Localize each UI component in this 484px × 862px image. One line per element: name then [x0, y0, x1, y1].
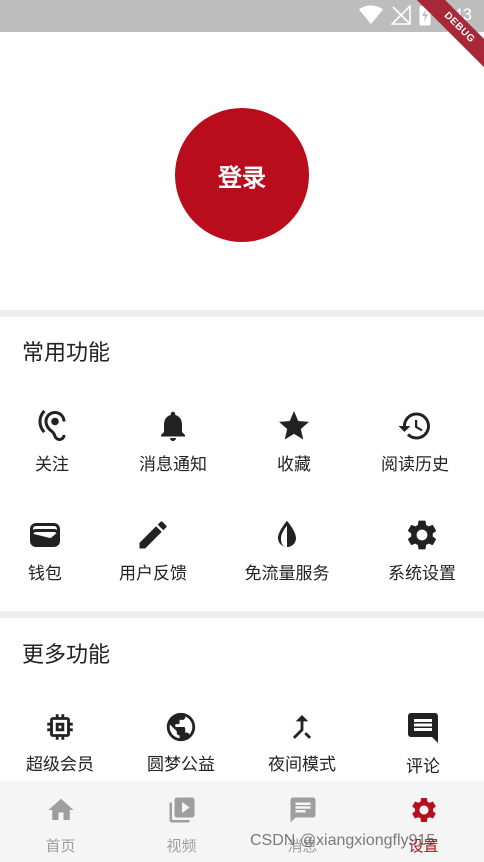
comment-icon [405, 710, 441, 746]
grid-item-label: 免流量服务 [244, 564, 330, 584]
grid-item-wallet[interactable]: 钱包 [0, 517, 105, 584]
common-section-title: 常用功能 [22, 341, 111, 366]
grid-item-data-free[interactable]: 免流量服务 [227, 517, 347, 584]
grid-item-label: 消息通知 [139, 455, 207, 475]
grid-item-label: 收藏 [277, 455, 311, 475]
status-bar: 1:43 [0, 0, 484, 32]
section-divider [0, 611, 484, 618]
gear-icon [409, 795, 439, 829]
grid-item-follow[interactable]: 关注 [0, 408, 112, 475]
grid-item-label: 评论 [406, 757, 440, 777]
grid-item-label: 钱包 [28, 564, 62, 584]
grid-item-label: 阅读历史 [381, 455, 449, 475]
grid-item-history[interactable]: 阅读历史 [355, 408, 475, 475]
wallet-icon [27, 517, 63, 553]
grid-item-label: 用户反馈 [119, 564, 187, 584]
signal-off-icon [390, 5, 411, 25]
more-section-title: 更多功能 [22, 643, 111, 668]
nav-item-video[interactable]: 视频 [121, 781, 242, 862]
star-icon [276, 408, 312, 444]
history-icon [397, 408, 433, 444]
grid-item-notifications[interactable]: 消息通知 [113, 408, 233, 475]
grid-item-night-mode[interactable]: 夜间模式 [242, 710, 362, 775]
grid-item-charity[interactable]: 圆梦公益 [121, 710, 241, 775]
pencil-icon [135, 517, 171, 553]
grid-item-label: 夜间模式 [268, 755, 336, 775]
watermark: CSDN @xiangxiongfly915 [250, 832, 436, 849]
grid-item-label: 超级会员 [26, 755, 94, 775]
grid-item-system-settings[interactable]: 系统设置 [362, 517, 482, 584]
merge-icon [285, 710, 319, 744]
nav-label: 首页 [45, 837, 76, 855]
globe-icon [164, 710, 198, 744]
login-area: 登录 [0, 32, 484, 310]
nav-item-home[interactable]: 首页 [0, 781, 121, 862]
message-icon [288, 795, 318, 829]
home-icon [46, 795, 76, 829]
contrast-icon [269, 517, 305, 553]
nav-label: 视频 [166, 837, 197, 855]
chip-icon [43, 710, 77, 744]
section-divider [0, 310, 484, 317]
grid-item-comments[interactable]: 评论 [363, 710, 483, 777]
bell-icon [155, 408, 191, 444]
grid-item-favorites[interactable]: 收藏 [234, 408, 354, 475]
hearing-icon [34, 408, 70, 444]
gear-icon [404, 517, 440, 553]
grid-item-feedback[interactable]: 用户反馈 [93, 517, 213, 584]
grid-item-label: 关注 [35, 455, 69, 475]
grid-item-super-member[interactable]: 超级会员 [0, 710, 120, 775]
video-library-icon [167, 795, 197, 829]
wifi-icon [358, 5, 383, 25]
grid-item-label: 圆梦公益 [147, 755, 215, 775]
grid-item-label: 系统设置 [388, 564, 456, 584]
login-button[interactable]: 登录 [175, 108, 309, 242]
